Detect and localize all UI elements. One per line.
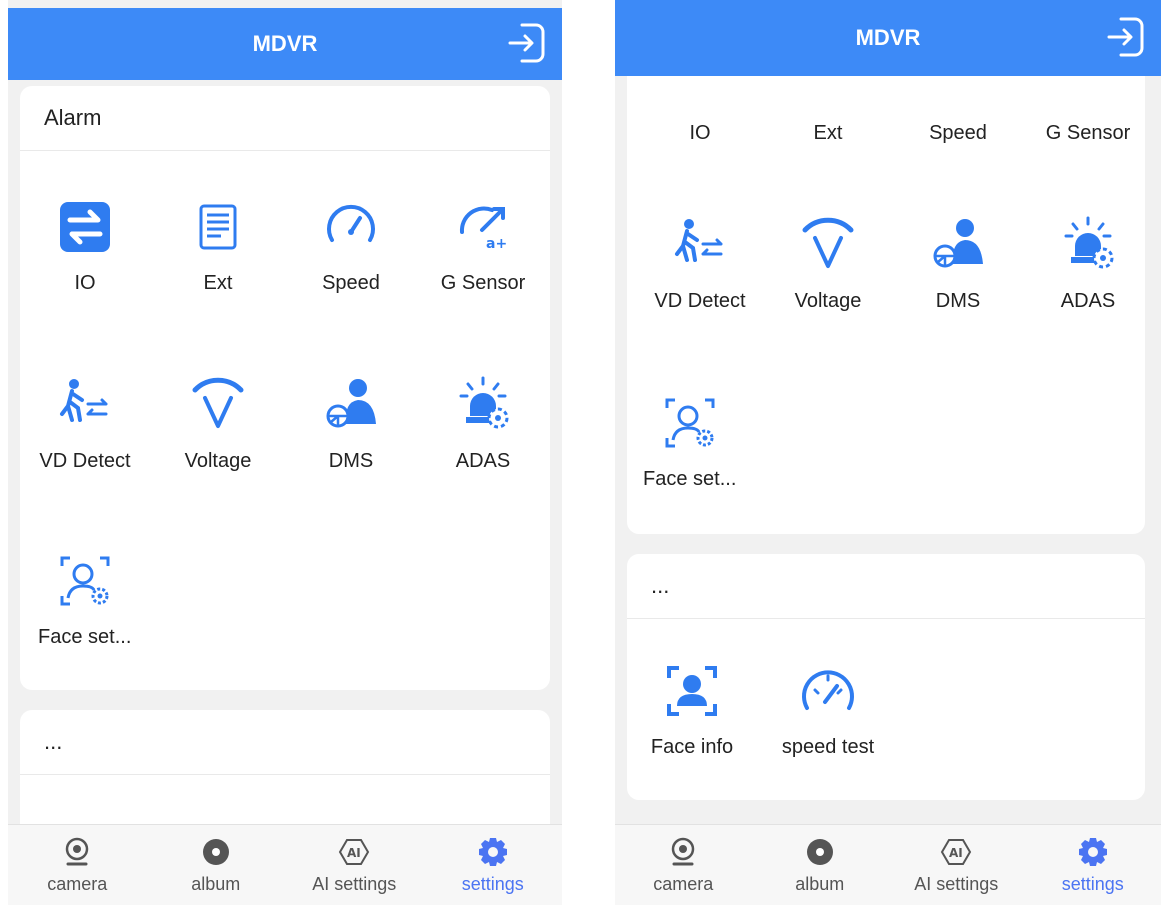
face-set-icon (54, 550, 116, 612)
alarm-card: Alarm IO Ext Speed G Sensor VD Detect Vo… (20, 86, 550, 690)
item-label: Speed (322, 272, 380, 294)
alarm-item-voltage[interactable]: Voltage (763, 214, 893, 313)
alarm-item-g-sensor[interactable]: G Sensor (1023, 108, 1153, 145)
item-label: Face set... (38, 626, 132, 648)
alarm-item-dms[interactable]: DMS (286, 374, 416, 473)
item-label: Speed (929, 122, 987, 144)
alarm-item-io[interactable]: IO (20, 196, 150, 295)
tab-settings[interactable]: settings (424, 825, 563, 905)
top-bar: MDVR (615, 0, 1161, 76)
item-label: Ext (813, 122, 843, 144)
alarm-item-vd-detect[interactable]: VD Detect (635, 214, 765, 313)
more-card-title: ... (627, 554, 1145, 619)
alarm-item-voltage[interactable]: Voltage (153, 374, 283, 473)
app-title: MDVR (252, 31, 318, 56)
tab-label: camera (47, 873, 108, 894)
tab-ai-settings[interactable]: AI settings (888, 825, 1025, 905)
face-info-icon (661, 660, 723, 722)
voltage-icon (797, 214, 859, 276)
tab-settings[interactable]: settings (1025, 825, 1162, 905)
tab-camera[interactable]: camera (615, 825, 752, 905)
more-card-title: ... (20, 710, 550, 775)
face-set-icon (659, 392, 721, 454)
item-label: speed test (781, 736, 875, 758)
io-switch-icon (54, 196, 116, 258)
item-label: IO (689, 122, 711, 144)
item-label: DMS (935, 290, 981, 312)
tab-camera[interactable]: camera (8, 825, 147, 905)
camera-icon (61, 836, 93, 868)
alarm-item-speed[interactable]: Speed (286, 196, 416, 295)
alarm-item-face-set[interactable]: Face set... (38, 550, 168, 649)
bottom-tab-bar: camera album AI settings settings (8, 824, 562, 905)
more-card: ... (20, 710, 550, 825)
alarm-item-dms[interactable]: DMS (893, 214, 1023, 313)
tab-label: album (795, 873, 845, 894)
speed-gauge-icon (320, 196, 382, 258)
dms-driver-icon (320, 374, 382, 436)
tab-label: settings (461, 873, 524, 894)
phone-screen-right: MDVR IO Ext Speed G Sensor VD Detect Vol… (615, 0, 1161, 905)
item-label: G Sensor (440, 272, 526, 294)
tab-label: AI settings (312, 873, 397, 894)
item-label: VD Detect (39, 450, 131, 472)
gear-icon (477, 836, 509, 868)
tab-album[interactable]: album (147, 825, 286, 905)
bottom-tab-bar: camera album AI settings settings (615, 824, 1161, 905)
alarm-card: IO Ext Speed G Sensor VD Detect Voltage (627, 76, 1145, 534)
item-label: IO (74, 272, 96, 294)
tab-label: camera (653, 873, 714, 894)
item-label: Ext (203, 272, 233, 294)
dms-driver-icon (927, 214, 989, 276)
alarm-item-g-sensor[interactable]: G Sensor (418, 196, 548, 295)
item-label: VD Detect (654, 290, 746, 312)
exit-icon[interactable] (506, 22, 546, 64)
more-card: ... Face info speed test (627, 554, 1145, 800)
tab-label: AI settings (914, 873, 999, 894)
ai-settings-icon (338, 836, 370, 868)
ext-document-icon (187, 196, 249, 258)
camera-icon (667, 836, 699, 868)
item-label: DMS (328, 450, 374, 472)
adas-icon (452, 374, 514, 436)
item-label: Voltage (184, 450, 252, 472)
item-label: G Sensor (1045, 122, 1131, 144)
alarm-item-ext[interactable]: Ext (763, 108, 893, 145)
more-item-face-info[interactable]: Face info (627, 660, 757, 759)
item-label: Face set... (643, 468, 737, 490)
tab-label: album (191, 873, 241, 894)
top-bar: MDVR (8, 8, 562, 80)
alarm-item-speed[interactable]: Speed (893, 108, 1023, 145)
album-icon (200, 836, 232, 868)
vd-detect-icon (54, 374, 116, 436)
exit-icon[interactable] (1105, 16, 1145, 58)
item-label: ADAS (1060, 290, 1116, 312)
alarm-item-adas[interactable]: ADAS (1023, 214, 1153, 313)
gear-icon (1077, 836, 1109, 868)
alarm-item-io[interactable]: IO (635, 108, 765, 145)
album-icon (804, 836, 836, 868)
item-label: Voltage (794, 290, 862, 312)
alarm-item-vd-detect[interactable]: VD Detect (20, 374, 150, 473)
settings-content-scrolled[interactable]: IO Ext Speed G Sensor VD Detect Voltage (615, 76, 1161, 825)
g-sensor-icon (452, 196, 514, 258)
more-item-speed-test[interactable]: speed test (763, 660, 893, 759)
voltage-icon (187, 374, 249, 436)
tab-label: settings (1061, 873, 1124, 894)
item-label: Face info (650, 736, 734, 758)
alarm-item-ext[interactable]: Ext (153, 196, 283, 295)
tab-album[interactable]: album (752, 825, 889, 905)
alarm-card-title: Alarm (20, 86, 550, 151)
item-label: ADAS (455, 450, 511, 472)
app-title: MDVR (855, 25, 921, 50)
settings-content[interactable]: Alarm IO Ext Speed G Sensor VD Detect Vo… (8, 80, 562, 825)
alarm-item-face-set[interactable]: Face set... (643, 392, 773, 491)
tab-ai-settings[interactable]: AI settings (285, 825, 424, 905)
alarm-item-adas[interactable]: ADAS (418, 374, 548, 473)
adas-icon (1057, 214, 1119, 276)
speed-test-icon (797, 660, 859, 722)
phone-screen-left: MDVR Alarm IO Ext Speed G Sensor VD Dete… (8, 0, 562, 905)
ai-settings-icon (940, 836, 972, 868)
vd-detect-icon (669, 214, 731, 276)
